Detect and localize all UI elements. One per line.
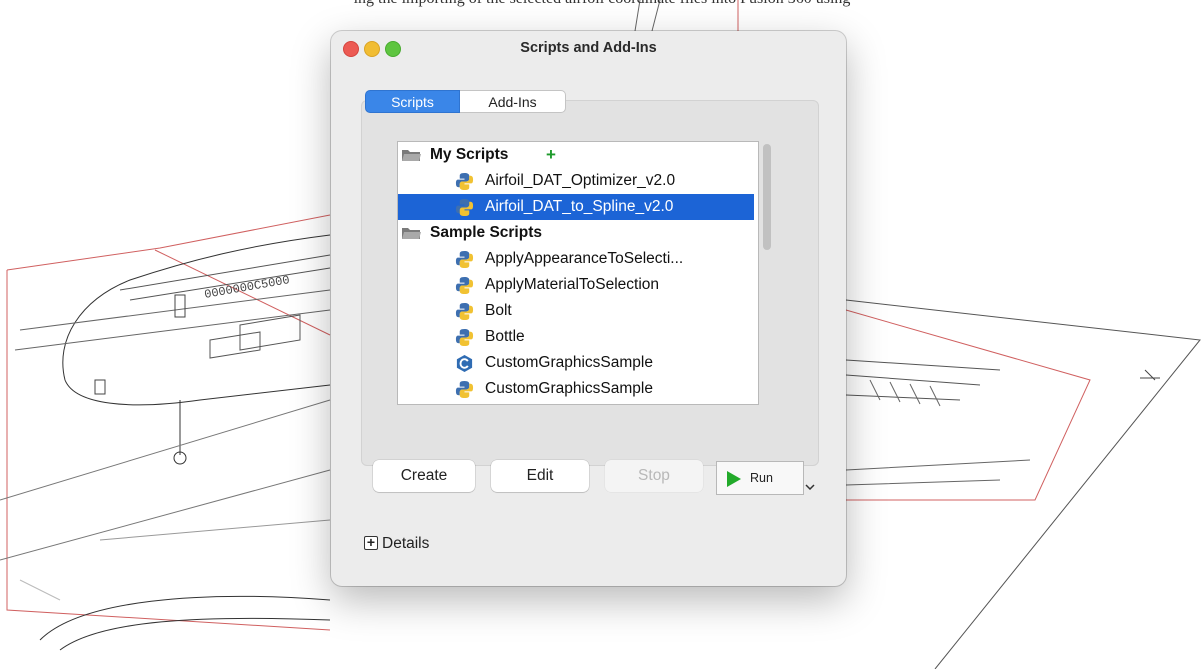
edit-button[interactable]: Edit	[491, 460, 589, 492]
list-item[interactable]: Bottle	[398, 324, 758, 350]
list-item[interactable]: ApplyMaterialToSelection	[398, 272, 758, 298]
folder-icon	[402, 228, 421, 239]
python-icon	[455, 302, 474, 321]
play-icon	[727, 471, 741, 487]
scripts-addins-dialog: Scripts and Add-Ins Scripts Add-Ins My S…	[331, 31, 846, 586]
python-icon	[455, 276, 474, 295]
stop-button[interactable]: Stop	[605, 460, 703, 492]
list-item-selected[interactable]: Airfoil_DAT_to_Spline_v2.0	[398, 194, 754, 220]
background-caption-text: ing the importing of the selected airfoi…	[0, 0, 1204, 8]
tab-add-ins[interactable]: Add-Ins	[460, 90, 566, 113]
tab-scripts[interactable]: Scripts	[365, 90, 460, 113]
svg-text:0000000C5000: 0000000C5000	[203, 273, 291, 302]
python-icon	[455, 172, 474, 191]
chevron-down-icon[interactable]	[805, 484, 815, 490]
list-item[interactable]: ApplyAppearanceToSelecti...	[398, 246, 758, 272]
list-scrollbar[interactable]	[763, 144, 771, 250]
list-item[interactable]: Bolt	[398, 298, 758, 324]
scripts-list[interactable]: My Scripts + Airfoil_DAT_Optimizer_v2.0 …	[397, 141, 759, 405]
python-icon	[455, 328, 474, 347]
create-button[interactable]: Create	[373, 460, 475, 492]
expand-plus-icon: +	[364, 535, 378, 550]
add-script-plus-icon[interactable]: +	[546, 145, 556, 165]
list-item[interactable]: CustomGraphicsSample	[398, 350, 758, 376]
list-item[interactable]: Airfoil_DAT_Optimizer_v2.0	[398, 168, 758, 194]
python-icon	[455, 250, 474, 269]
title-bar[interactable]: Scripts and Add-Ins	[331, 31, 846, 67]
script-label: CustomGraphicsSample	[485, 380, 653, 397]
python-icon	[455, 380, 474, 399]
cpp-icon	[456, 354, 473, 373]
script-label: ApplyAppearanceToSelecti...	[485, 250, 684, 267]
group-my-scripts[interactable]: My Scripts +	[398, 142, 758, 168]
group-sample-scripts[interactable]: Sample Scripts	[398, 220, 758, 246]
group-label: My Scripts	[430, 146, 509, 163]
script-label: Bottle	[485, 328, 525, 345]
script-label: Airfoil_DAT_to_Spline_v2.0	[485, 198, 674, 215]
folder-icon	[402, 150, 421, 161]
run-label: Run	[750, 471, 773, 485]
group-label: Sample Scripts	[430, 224, 542, 241]
script-label: ApplyMaterialToSelection	[485, 276, 660, 293]
list-item[interactable]: CustomGraphicsSample	[398, 376, 758, 402]
script-label: CustomGraphicsSample	[485, 354, 653, 371]
script-label: Airfoil_DAT_Optimizer_v2.0	[485, 172, 676, 189]
details-label: Details	[382, 535, 430, 552]
script-label: Bolt	[485, 302, 512, 319]
tab-bar: Scripts Add-Ins	[365, 90, 566, 113]
python-icon	[455, 198, 474, 217]
window-title: Scripts and Add-Ins	[520, 40, 657, 56]
run-button[interactable]: Run	[716, 461, 804, 495]
